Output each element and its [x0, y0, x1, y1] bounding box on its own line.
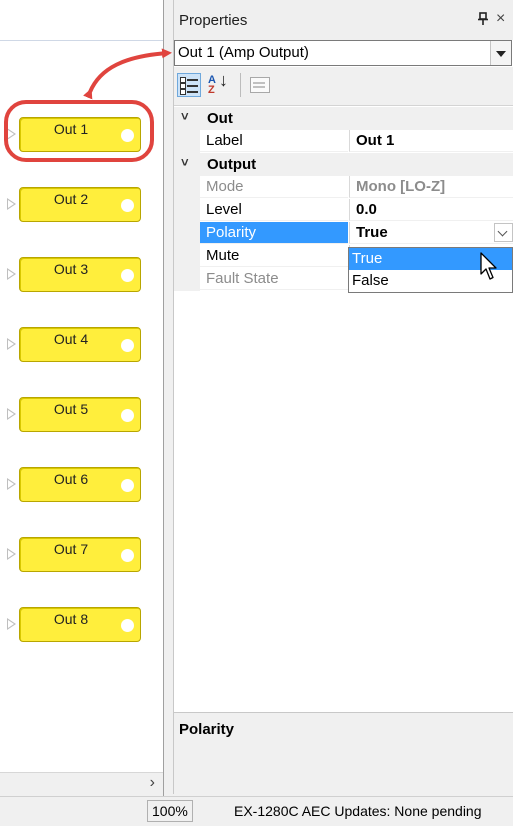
- toolbar-separator: [240, 73, 241, 97]
- input-pin-icon[interactable]: [7, 128, 16, 140]
- property-value[interactable]: Out 1: [349, 130, 513, 152]
- input-pin-icon[interactable]: [7, 338, 16, 350]
- panel-gap: [164, 0, 173, 800]
- status-message: EX-1280C AEC Updates: None pending: [234, 803, 482, 819]
- output-block-label: Out 1: [53, 121, 89, 137]
- output-node-icon: [121, 269, 134, 282]
- output-block[interactable]: Out 6: [19, 467, 141, 502]
- property-name: Mode: [200, 176, 348, 198]
- output-block-label: Out 8: [53, 611, 89, 627]
- zoom-level[interactable]: 100%: [147, 800, 193, 822]
- alphabetical-sort-icon[interactable]: A Z ↓: [205, 71, 229, 97]
- output-node-icon: [121, 549, 134, 562]
- output-block[interactable]: Out 2: [19, 187, 141, 222]
- output-block[interactable]: Out 1: [19, 117, 141, 152]
- category-row[interactable]: ˅ Output: [174, 153, 513, 176]
- input-pin-icon[interactable]: [7, 408, 16, 420]
- row-gutter: [174, 222, 200, 245]
- category-row[interactable]: ˅ Out: [174, 107, 513, 130]
- property-row[interactable]: Level 0.0: [174, 199, 513, 222]
- description-title: Polarity: [179, 721, 235, 738]
- output-block[interactable]: Out 3: [19, 257, 141, 292]
- property-name: Polarity: [200, 222, 348, 244]
- property-row[interactable]: Polarity True: [174, 222, 513, 245]
- output-node-icon: [121, 619, 134, 632]
- property-name: Level: [200, 199, 348, 221]
- property-pages-icon[interactable]: [248, 73, 272, 97]
- property-value[interactable]: 0.0: [349, 199, 513, 221]
- chevron-down-icon[interactable]: [494, 223, 513, 242]
- output-node-icon: [121, 409, 134, 422]
- chevron-down-icon[interactable]: ˅: [181, 155, 189, 170]
- properties-title: Properties: [179, 12, 248, 29]
- row-gutter: [174, 130, 200, 153]
- output-block-label: Out 7: [53, 541, 89, 557]
- output-block[interactable]: Out 7: [19, 537, 141, 572]
- output-node-icon: [121, 339, 134, 352]
- input-pin-icon[interactable]: [7, 268, 16, 280]
- row-gutter: [174, 268, 200, 291]
- properties-title-bar: Properties ×: [174, 0, 513, 40]
- status-bar: 100% EX-1280C AEC Updates: None pending: [0, 796, 513, 826]
- property-row[interactable]: Label Out 1: [174, 130, 513, 153]
- design-canvas[interactable]: Out 1 Out 2 Out 3 Out 4 Out 5 Out 6 Out 7 Out 8: [0, 0, 163, 772]
- output-block-label: Out 4: [53, 331, 89, 347]
- categorized-view-icon[interactable]: [177, 73, 201, 97]
- output-node-icon: [121, 129, 134, 142]
- property-row[interactable]: Mode Mono [LO-Z]: [174, 176, 513, 199]
- description-pane: Polarity: [174, 712, 513, 795]
- canvas-header-strip: [0, 0, 163, 41]
- property-name: Mute: [200, 245, 348, 267]
- category-name: Out: [207, 110, 233, 127]
- properties-toolbar: A Z ↓: [174, 67, 513, 106]
- property-value[interactable]: True: [349, 222, 513, 244]
- output-block[interactable]: Out 8: [19, 607, 141, 642]
- row-gutter: [174, 176, 200, 199]
- row-gutter: [174, 245, 200, 268]
- mouse-cursor-icon: [480, 252, 502, 286]
- input-pin-icon[interactable]: [7, 478, 16, 490]
- output-block[interactable]: Out 5: [19, 397, 141, 432]
- property-value: Mono [LO-Z]: [349, 176, 513, 198]
- input-pin-icon[interactable]: [7, 548, 16, 560]
- scroll-right-icon[interactable]: ›: [150, 774, 155, 792]
- chevron-down-icon[interactable]: [490, 41, 511, 65]
- properties-panel: Properties × Out 1 (Amp Output) A Z ↓ ˅ O…: [173, 0, 513, 795]
- output-block-label: Out 5: [53, 401, 89, 417]
- output-node-icon: [121, 479, 134, 492]
- horizontal-scrollbar[interactable]: ›: [0, 772, 163, 795]
- pin-icon[interactable]: [477, 12, 489, 28]
- object-selector[interactable]: Out 1 (Amp Output): [174, 40, 512, 66]
- property-name: Label: [200, 130, 348, 152]
- category-name: Output: [207, 156, 257, 173]
- output-block-label: Out 6: [53, 471, 89, 487]
- output-block[interactable]: Out 4: [19, 327, 141, 362]
- close-icon[interactable]: ×: [496, 10, 505, 28]
- input-pin-icon[interactable]: [7, 198, 16, 210]
- property-name: Fault State: [200, 268, 348, 290]
- object-selector-value: Out 1 (Amp Output): [178, 44, 309, 61]
- output-block-label: Out 2: [53, 191, 89, 207]
- chevron-down-icon[interactable]: ˅: [181, 109, 189, 124]
- input-pin-icon[interactable]: [7, 618, 16, 630]
- output-block-label: Out 3: [53, 261, 89, 277]
- row-gutter: [174, 199, 200, 222]
- output-node-icon: [121, 199, 134, 212]
